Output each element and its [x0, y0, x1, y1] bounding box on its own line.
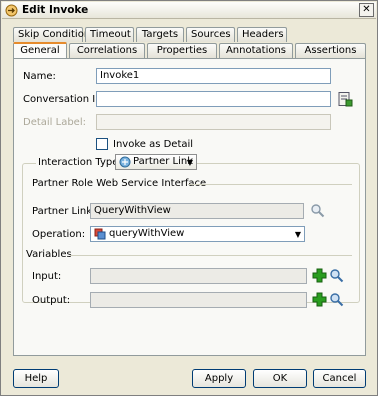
input-variable-field[interactable] — [90, 268, 307, 284]
tab-targets[interactable]: Targets — [136, 27, 184, 42]
name-field[interactable]: Invoke1 — [96, 68, 331, 84]
interaction-type-label: Interaction Type: — [36, 157, 124, 168]
partner-link-field[interactable]: QueryWithView — [90, 203, 304, 219]
conversation-id-label: Conversation ID: — [23, 94, 107, 105]
help-button[interactable]: Help — [13, 369, 59, 388]
search-icon[interactable] — [310, 203, 325, 218]
expression-builder-icon[interactable] — [337, 91, 353, 107]
tab-annotations[interactable]: Annotations — [219, 43, 293, 58]
detail-label-label: Detail Label: — [23, 117, 86, 128]
name-label: Name: — [23, 71, 56, 82]
tab-sources[interactable]: Sources — [186, 27, 235, 42]
output-variable-field[interactable] — [90, 292, 307, 308]
output-label: Output: — [32, 295, 71, 306]
chevron-down-icon: ▼ — [294, 230, 301, 239]
add-icon[interactable] — [312, 268, 327, 283]
tab-headers[interactable]: Headers — [237, 27, 287, 42]
title-bar[interactable]: Edit Invoke ✕ — [2, 2, 376, 19]
apply-button[interactable]: Apply — [192, 369, 246, 388]
add-icon[interactable] — [312, 292, 327, 307]
conversation-id-field[interactable] — [96, 91, 331, 107]
search-icon[interactable] — [329, 268, 344, 283]
tab-correlations[interactable]: Correlations — [69, 43, 145, 58]
partner-role-divider — [188, 184, 352, 185]
close-icon: ✕ — [362, 4, 371, 15]
dialog-title: Edit Invoke — [22, 4, 89, 16]
edit-invoke-dialog: Edit Invoke ✕ Skip Condition Timeout Tar… — [0, 0, 378, 396]
search-icon[interactable] — [329, 292, 344, 307]
tab-timeout[interactable]: Timeout — [85, 27, 134, 42]
detail-label-field — [96, 114, 331, 130]
operation-select[interactable]: queryWithView ▼ — [90, 226, 305, 242]
input-label: Input: — [32, 271, 62, 282]
chevron-down-icon: ▼ — [186, 158, 193, 167]
interaction-type-value: Partner Link — [133, 156, 193, 167]
variables-section-title: Variables — [26, 249, 72, 260]
operation-icon — [94, 228, 106, 240]
partner-link-label: Partner Link: — [32, 206, 96, 217]
operation-label: Operation: — [32, 229, 86, 240]
ok-button[interactable]: OK — [253, 369, 307, 388]
close-button[interactable]: ✕ — [359, 3, 374, 17]
cancel-button[interactable]: Cancel — [313, 369, 366, 388]
interaction-type-select[interactable]: Partner Link ▼ — [115, 154, 197, 170]
invoke-icon — [5, 4, 18, 17]
variables-divider — [70, 255, 352, 256]
partner-link-icon — [119, 156, 131, 168]
tab-properties[interactable]: Properties — [147, 43, 217, 58]
tab-general[interactable]: General — [13, 42, 67, 58]
general-tab-panel: Name: Invoke1 Conversation ID: Detail La… — [13, 58, 366, 356]
invoke-as-detail-checkbox[interactable] — [96, 138, 108, 150]
tab-assertions[interactable]: Assertions — [295, 43, 366, 58]
operation-value: queryWithView — [109, 228, 185, 239]
invoke-as-detail-label: Invoke as Detail — [113, 139, 194, 150]
tab-skip-condition[interactable]: Skip Condition — [13, 27, 90, 42]
partner-role-section-title: Partner Role Web Service Interface — [32, 178, 207, 189]
